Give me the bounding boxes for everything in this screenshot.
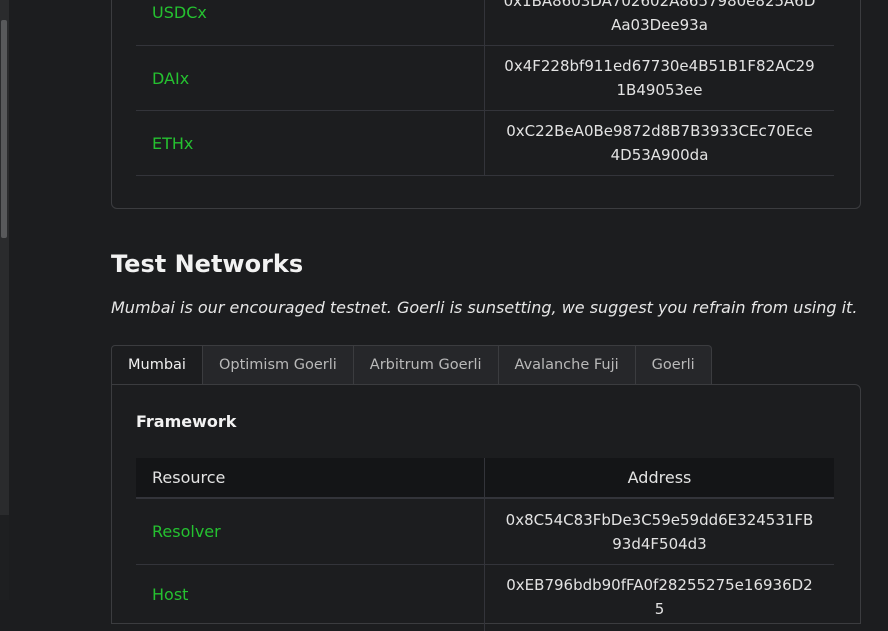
- table-row: Resolver 0x8C54C83FbDe3C59e59dd6E324531F…: [136, 499, 834, 565]
- table-row: USDCx 0x1BA8603DA702602A8657980e825A6DAa…: [136, 0, 834, 46]
- resource-link-usdcx[interactable]: USDCx: [152, 3, 207, 22]
- scrollbar[interactable]: [0, 0, 9, 600]
- address-cell: 0xEB796bdb90fFA0f28255275e16936D25: [506, 576, 813, 618]
- resource-cell: Host: [136, 565, 485, 631]
- framework-heading: Framework: [136, 412, 237, 431]
- tab-goerli[interactable]: Goerli: [635, 345, 712, 385]
- section-note: Mumbai is our encouraged testnet. Goerli…: [111, 298, 858, 317]
- tab-avalanche-fuji[interactable]: Avalanche Fuji: [498, 345, 636, 385]
- resource-cell: ETHx: [136, 111, 485, 175]
- address-cell: 0x8C54C83FbDe3C59e59dd6E324531FB93d4F504…: [505, 510, 814, 553]
- resource-link-daix[interactable]: DAIx: [152, 69, 189, 88]
- column-header-resource: Resource: [136, 458, 485, 497]
- scrollbar-bottom-area: [0, 515, 9, 600]
- tab-mumbai[interactable]: Mumbai: [111, 345, 203, 385]
- address-cell: 0x4F228bf911ed67730e4B51B1F82AC291B49053…: [504, 57, 815, 99]
- resource-cell: USDCx: [136, 0, 485, 45]
- scrollbar-thumb[interactable]: [1, 20, 7, 238]
- table-row: Host 0xEB796bdb90fFA0f28255275e16936D25: [136, 565, 834, 631]
- tab-optimism-goerli[interactable]: Optimism Goerli: [202, 345, 354, 385]
- resource-link-host[interactable]: Host: [152, 585, 188, 604]
- resource-cell: DAIx: [136, 46, 485, 110]
- column-header-address: Address: [627, 468, 692, 487]
- resource-cell: Resolver: [136, 499, 485, 564]
- mainnet-tokens-card: USDCx 0x1BA8603DA702602A8657980e825A6DAa…: [111, 0, 861, 209]
- table-row: ETHx 0xC22BeA0Be9872d8B7B3933CEc70Ece4D5…: [136, 111, 834, 176]
- section-title: Test Networks: [111, 250, 304, 278]
- mumbai-tab-panel: Framework Resource Address Resolver 0x8C…: [111, 384, 861, 631]
- table-header: Resource Address: [136, 458, 834, 499]
- table-row: DAIx 0x4F228bf911ed67730e4B51B1F82AC291B…: [136, 46, 834, 111]
- resource-link-resolver[interactable]: Resolver: [152, 522, 221, 541]
- network-tabs: Mumbai Optimism Goerli Arbitrum Goerli A…: [111, 345, 712, 385]
- address-cell: 0x1BA8603DA702602A8657980e825A6DAa03Dee9…: [503, 0, 816, 34]
- tab-arbitrum-goerli[interactable]: Arbitrum Goerli: [353, 345, 499, 385]
- resource-link-ethx[interactable]: ETHx: [152, 134, 193, 153]
- address-cell: 0xC22BeA0Be9872d8B7B3933CEc70Ece4D53A900…: [506, 122, 813, 164]
